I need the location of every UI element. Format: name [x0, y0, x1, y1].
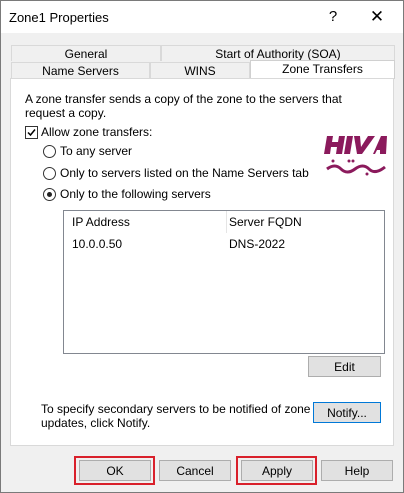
cancel-button[interactable]: Cancel	[159, 460, 231, 481]
allow-zone-transfers-checkbox[interactable]	[25, 126, 38, 139]
tab-general[interactable]: General	[11, 45, 161, 61]
radio-any-server[interactable]	[43, 145, 56, 158]
table-row[interactable]: 10.0.0.50 DNS-2022	[64, 233, 384, 253]
radio-name-servers-label: Only to servers listed on the Name Serve…	[60, 166, 309, 180]
notify-button[interactable]: Notify...	[313, 402, 381, 423]
radio-following-servers[interactable]	[43, 188, 56, 201]
column-header-ip-address[interactable]: IP Address	[72, 211, 130, 233]
window-title: Zone1 Properties	[9, 10, 109, 25]
tab-name-servers[interactable]: Name Servers	[11, 62, 150, 78]
dialog-window: Zone1 Properties ? ✕ General Start of Au…	[0, 0, 404, 493]
title-help-button[interactable]: ?	[313, 1, 353, 33]
apply-highlight-box	[236, 456, 317, 485]
tab-zone-transfers[interactable]: Zone Transfers	[250, 60, 395, 79]
hiva-logo-graphic	[324, 136, 387, 176]
allow-zone-transfers-label: Allow zone transfers:	[41, 125, 153, 139]
radio-any-server-label: To any server	[60, 144, 133, 158]
close-button[interactable]: ✕	[357, 1, 397, 33]
row-server-fqdn: DNS-2022	[229, 237, 286, 251]
ok-highlight-box	[74, 456, 155, 485]
checkmark-icon	[27, 129, 36, 137]
column-separator[interactable]	[226, 211, 227, 233]
row-ip-address: 10.0.0.50	[72, 237, 123, 251]
radio-selected-dot	[47, 192, 52, 197]
radio-name-servers-tab[interactable]	[43, 167, 56, 180]
zone-transfers-panel: A zone transfer sends a copy of the zone…	[10, 78, 394, 446]
radio-following-servers-label: Only to the following servers	[60, 187, 211, 201]
edit-button[interactable]: Edit	[308, 356, 381, 377]
notify-instructions: To specify secondary servers to be notif…	[41, 402, 311, 430]
title-bar: Zone1 Properties ? ✕	[1, 1, 403, 33]
hiva-logo	[323, 133, 389, 177]
servers-list[interactable]: IP Address Server FQDN 10.0.0.50 DNS-202…	[63, 210, 385, 354]
tab-soa[interactable]: Start of Authority (SOA)	[161, 45, 395, 61]
help-button[interactable]: Help	[321, 460, 393, 481]
tab-wins[interactable]: WINS	[150, 62, 250, 78]
zone-transfer-description: A zone transfer sends a copy of the zone…	[25, 92, 342, 120]
column-header-server-fqdn[interactable]: Server FQDN	[229, 211, 302, 233]
